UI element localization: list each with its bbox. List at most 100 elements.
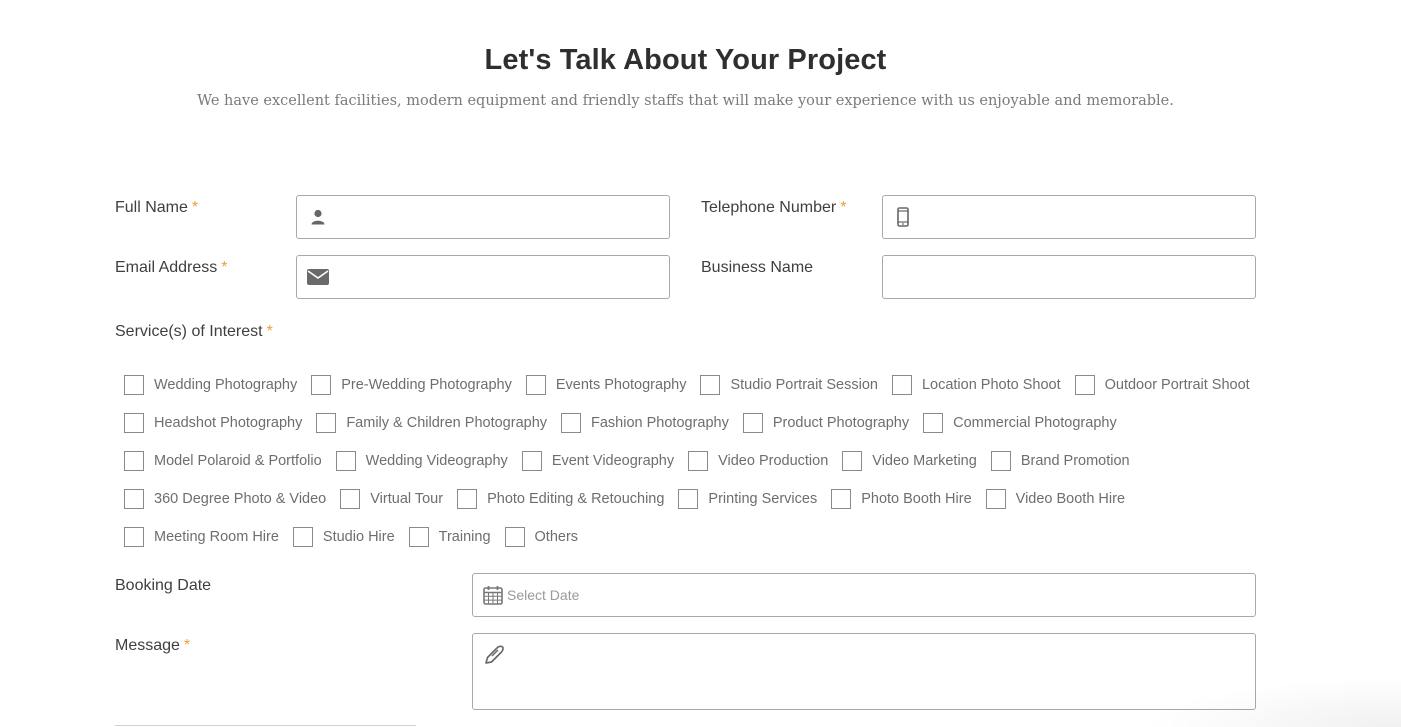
service-checkbox[interactable] <box>688 451 709 471</box>
calendar-icon <box>483 585 503 605</box>
service-option-label: Video Marketing <box>872 453 977 469</box>
corner-shadow <box>1141 677 1401 727</box>
booking-date-label: Booking Date <box>115 577 212 594</box>
service-option[interactable]: Studio Hire <box>292 527 395 547</box>
service-checkbox[interactable] <box>923 413 944 433</box>
service-option[interactable]: Video Marketing <box>842 451 977 471</box>
service-checkbox[interactable] <box>700 375 721 395</box>
pen-icon <box>483 644 505 666</box>
service-option[interactable]: Model Polaroid & Portfolio <box>124 451 322 471</box>
service-option[interactable]: Events Photography <box>525 375 687 395</box>
envelope-icon <box>307 269 329 285</box>
service-option[interactable]: Family & Children Photography <box>316 413 547 433</box>
service-option-label: Model Polaroid & Portfolio <box>154 453 322 469</box>
service-option[interactable]: Commercial Photography <box>923 413 1117 433</box>
email-field[interactable] <box>296 255 670 299</box>
service-checkbox[interactable] <box>842 451 863 471</box>
service-option[interactable]: Studio Portrait Session <box>700 375 878 395</box>
service-checkbox[interactable] <box>678 489 699 509</box>
service-checkbox[interactable] <box>292 527 313 547</box>
service-option[interactable]: Meeting Room Hire <box>124 527 279 547</box>
service-option[interactable]: Video Booth Hire <box>985 489 1125 509</box>
service-option[interactable]: 360 Degree Photo & Video <box>124 489 326 509</box>
service-option[interactable]: Location Photo Shoot <box>891 375 1061 395</box>
service-option-label: Product Photography <box>772 415 910 431</box>
service-option-label: Events Photography <box>555 377 687 393</box>
service-option-label: Outdoor Portrait Shoot <box>1104 377 1250 393</box>
service-option-label: Training <box>438 529 491 545</box>
service-checkbox[interactable] <box>311 375 332 395</box>
required-mark: * <box>221 259 228 276</box>
service-checkbox[interactable] <box>124 413 144 433</box>
service-option[interactable]: Product Photography <box>742 413 910 433</box>
services-row: Meeting Room Hire Studio Hire Training Othe… <box>124 525 592 549</box>
booking-date-placeholder: Select Date <box>507 587 580 603</box>
service-option[interactable]: Pre-Wedding Photography <box>311 375 512 395</box>
service-checkbox[interactable] <box>990 451 1011 471</box>
telephone-field[interactable] <box>882 195 1256 239</box>
service-checkbox[interactable] <box>340 489 361 509</box>
service-option[interactable]: Headshot Photography <box>124 413 302 433</box>
message-label: Message * <box>115 637 191 654</box>
service-checkbox[interactable] <box>1074 375 1095 395</box>
service-option-label: Virtual Tour <box>370 491 444 507</box>
required-mark: * <box>840 199 847 216</box>
service-option-label: 360 Degree Photo & Video <box>154 491 327 507</box>
page-subtitle: We have excellent facilities, modern equ… <box>197 93 1174 109</box>
service-option-label: Pre-Wedding Photography <box>341 377 512 393</box>
service-checkbox[interactable] <box>124 489 144 509</box>
service-option-label: Studio Portrait Session <box>730 377 878 393</box>
service-option[interactable]: Photo Booth Hire <box>831 489 972 509</box>
service-option[interactable]: Fashion Photography <box>561 413 729 433</box>
required-mark: * <box>266 323 273 340</box>
full-name-field[interactable] <box>296 195 670 239</box>
service-option[interactable]: Wedding Videography <box>335 451 508 471</box>
service-checkbox[interactable] <box>408 527 429 547</box>
service-option[interactable]: Virtual Tour <box>340 489 443 509</box>
service-checkbox[interactable] <box>521 451 542 471</box>
service-checkbox[interactable] <box>561 413 582 433</box>
service-option-label: Photo Editing & Retouching <box>487 491 665 507</box>
services-row: Model Polaroid & Portfolio Wedding Videog… <box>124 449 1144 473</box>
service-checkbox[interactable] <box>124 527 144 547</box>
required-mark: * <box>183 637 191 654</box>
service-option-label: Printing Services <box>708 491 818 507</box>
service-option-label: Meeting Room Hire <box>154 529 279 545</box>
service-option-label: Headshot Photography <box>154 415 303 431</box>
business-name-label: Business Name <box>701 259 814 276</box>
service-option-label: Fashion Photography <box>591 415 729 431</box>
service-option[interactable]: Photo Editing & Retouching <box>457 489 664 509</box>
email-label: Email Address * <box>115 259 228 276</box>
telephone-label: Telephone Number * <box>701 199 847 216</box>
service-option-label: Family & Children Photography <box>346 415 548 431</box>
service-checkbox[interactable] <box>335 451 356 471</box>
full-name-label: Full Name * <box>115 199 199 216</box>
service-option[interactable]: Video Production <box>688 451 828 471</box>
service-checkbox[interactable] <box>124 451 144 471</box>
service-option[interactable]: Others <box>504 527 578 547</box>
service-checkbox[interactable] <box>831 489 852 509</box>
service-checkbox[interactable] <box>316 413 337 433</box>
service-option[interactable]: Outdoor Portrait Shoot <box>1074 375 1250 395</box>
service-option[interactable]: Training <box>408 527 491 547</box>
service-checkbox[interactable] <box>504 527 525 547</box>
business-name-field[interactable] <box>882 255 1256 299</box>
service-option-label: Location Photo Shoot <box>921 377 1061 393</box>
service-checkbox[interactable] <box>891 375 912 395</box>
service-checkbox[interactable] <box>457 489 478 509</box>
service-option[interactable]: Wedding Photography <box>124 375 297 395</box>
message-field[interactable] <box>472 633 1256 710</box>
booking-date-field[interactable]: Select Date <box>472 573 1256 617</box>
service-option[interactable]: Event Videography <box>521 451 674 471</box>
service-checkbox[interactable] <box>742 413 763 433</box>
service-checkbox[interactable] <box>525 375 546 395</box>
service-option-label: Commercial Photography <box>953 415 1117 431</box>
service-option-label: Video Production <box>718 453 829 469</box>
service-option[interactable]: Printing Services <box>678 489 817 509</box>
user-icon <box>311 209 325 225</box>
service-option-label: Brand Promotion <box>1020 453 1130 469</box>
services-row: Headshot Photography Family & Children Ph… <box>124 411 1131 435</box>
service-option[interactable]: Brand Promotion <box>990 451 1130 471</box>
service-checkbox[interactable] <box>985 489 1006 509</box>
service-checkbox[interactable] <box>124 375 144 395</box>
